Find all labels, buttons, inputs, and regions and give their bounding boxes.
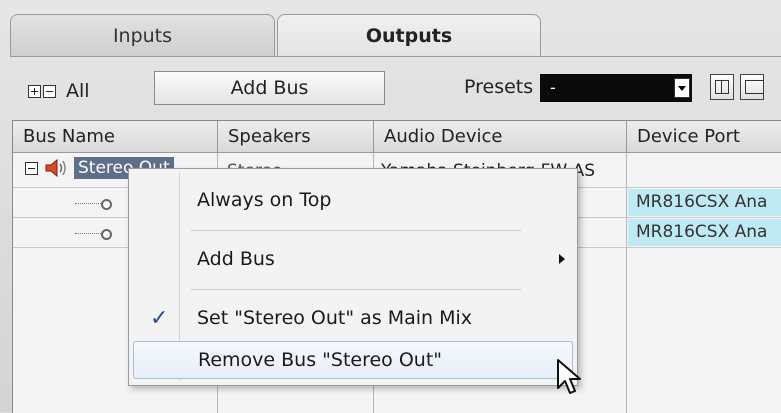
tab-outputs-label: Outputs xyxy=(365,24,453,47)
tab-divider xyxy=(10,56,781,57)
menu-item-always-on-top[interactable]: Always on Top xyxy=(133,181,573,219)
presets-dropdown[interactable]: - xyxy=(540,74,692,102)
menu-item-label: Add Bus xyxy=(197,248,275,270)
column-divider xyxy=(626,153,627,413)
device-port-cell[interactable]: MR816CSX Ana xyxy=(628,189,781,216)
store-preset-icon[interactable] xyxy=(710,74,734,100)
tab-inputs-label: Inputs xyxy=(112,24,173,47)
mouse-cursor-icon xyxy=(557,359,581,394)
menu-item-set-main-mix[interactable]: ✓ Set "Stereo Out" as Main Mix xyxy=(133,299,573,337)
presets-label: Presets xyxy=(464,76,534,98)
presets-value: - xyxy=(550,78,556,97)
dropdown-arrow-icon[interactable] xyxy=(674,78,690,98)
all-label: All xyxy=(66,80,90,102)
context-menu: Always on Top Add Bus ✓ Set "Stereo Out"… xyxy=(128,168,578,386)
remove-preset-icon[interactable] xyxy=(740,74,764,100)
menu-item-label: Always on Top xyxy=(197,189,332,211)
vst-connections-window: Inputs Outputs All Add Bus Presets - Bus… xyxy=(0,0,781,413)
add-bus-button[interactable]: Add Bus xyxy=(154,71,385,105)
tab-outputs[interactable]: Outputs xyxy=(277,14,541,56)
menu-separator xyxy=(191,289,521,290)
expand-collapse-all[interactable]: All xyxy=(28,80,90,102)
menu-item-label: Set "Stereo Out" as Main Mix xyxy=(197,307,473,329)
checkmark-icon: ✓ xyxy=(150,305,169,331)
column-header-bus-name[interactable]: Bus Name xyxy=(13,121,218,153)
device-port-cell[interactable]: MR816CSX Ana xyxy=(628,219,781,246)
column-header-audio-device[interactable]: Audio Device xyxy=(374,121,627,153)
tab-inputs[interactable]: Inputs xyxy=(10,14,275,56)
menu-item-remove-bus[interactable]: Remove Bus "Stereo Out" xyxy=(133,341,573,379)
collapse-all-icon[interactable] xyxy=(43,84,56,98)
port-connector-icon xyxy=(75,227,115,241)
column-header-speakers[interactable]: Speakers xyxy=(218,121,374,153)
menu-item-label: Remove Bus "Stereo Out" xyxy=(198,349,443,371)
port-connector-icon xyxy=(75,197,115,211)
menu-item-add-bus[interactable]: Add Bus xyxy=(133,240,573,278)
expand-all-icon[interactable] xyxy=(28,84,41,98)
collapse-icon[interactable] xyxy=(25,161,38,175)
speaker-icon xyxy=(44,158,68,178)
column-header-device-port[interactable]: Device Port xyxy=(627,121,781,153)
menu-separator xyxy=(191,230,521,231)
submenu-arrow-icon xyxy=(559,254,565,264)
